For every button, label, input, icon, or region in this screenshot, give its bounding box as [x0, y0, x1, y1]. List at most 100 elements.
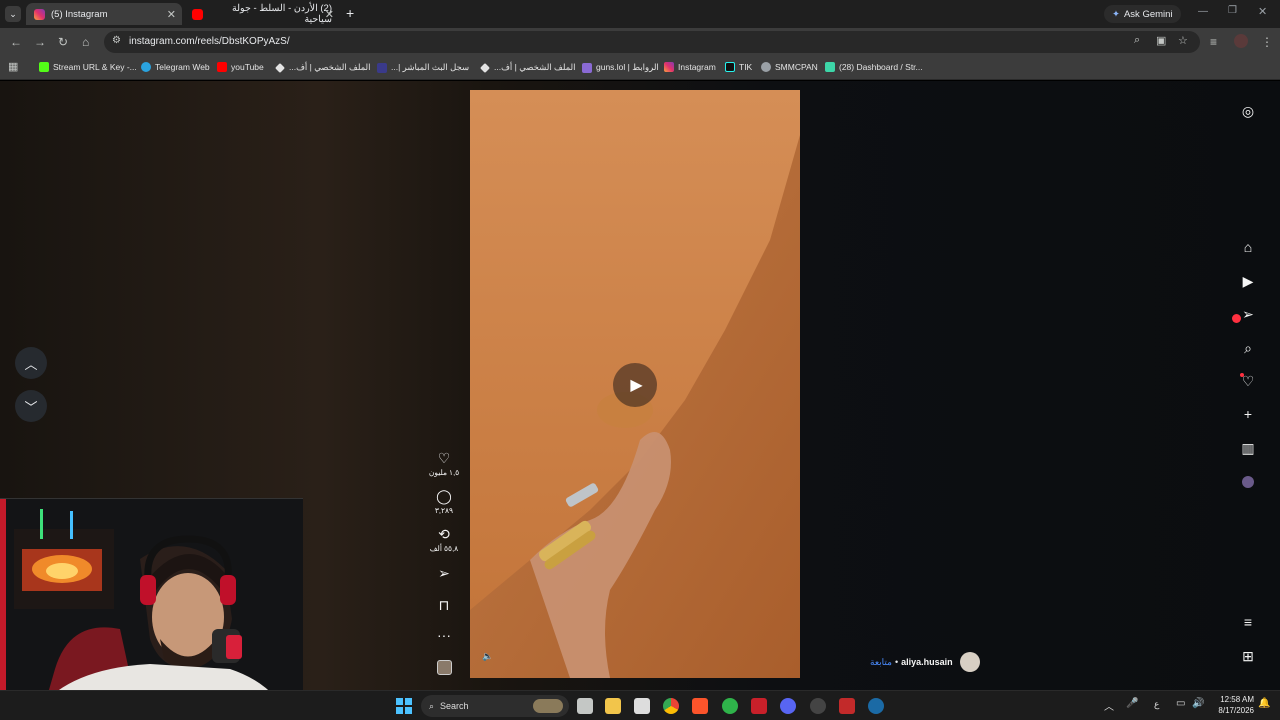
maximize-button[interactable]: ❐ [1228, 5, 1237, 16]
bookmark-item[interactable]: SMMCPAN [761, 62, 818, 72]
search-highlight-icon [533, 699, 563, 713]
bookmark-item[interactable]: guns.lol | الروابط [582, 62, 659, 73]
reel-author: متابعة • aliya.husain [870, 652, 980, 672]
start-icon[interactable] [396, 698, 412, 714]
share-action[interactable]: ➢ [424, 565, 464, 581]
bookmark-item[interactable]: youTube [217, 62, 264, 72]
next-reel-button[interactable]: ﹀ [15, 390, 47, 422]
volume-icon[interactable]: 🔊 [1192, 698, 1204, 709]
obs-icon[interactable] [810, 698, 826, 714]
messages-badge [1232, 314, 1241, 323]
reload-icon[interactable]: ↻ [58, 34, 68, 50]
webcam-overlay [0, 498, 303, 720]
reel-video[interactable]: ▶ 🔈 [470, 90, 800, 678]
profile-icon[interactable] [1240, 475, 1256, 491]
ask-gemini-button[interactable]: ✦ Ask Gemini [1104, 5, 1181, 23]
bookmark-item[interactable]: الملف الشخصي | أف... [275, 62, 371, 73]
tab-youtube[interactable]: (2) الأردن - السلط - جولة سياحية ✕ [184, 3, 340, 25]
comment-action[interactable]: ◯ ٣,٢٨٩ [424, 488, 464, 515]
apps-grid-icon[interactable]: ▦ [8, 60, 18, 73]
youtube-favicon-icon [192, 8, 203, 20]
close-tab-icon[interactable]: ✕ [167, 8, 176, 21]
browser-menu-icon[interactable]: ⋮ [1261, 34, 1273, 50]
bookmark-item[interactable]: Stream URL & Key -... [39, 62, 137, 72]
likes-count: ١,٥ مليون [428, 468, 460, 477]
tab-strip: ⌄ (5) Instagram ✕ (2) الأردن - السلط - ج… [0, 0, 1280, 28]
address-bar[interactable]: ⚙ instagram.com/reels/DbstKOPyAzS/ ⌕ ▣ ☆ [104, 31, 1200, 53]
microphone-icon[interactable]: 🎤 [1126, 698, 1138, 709]
more-action[interactable]: ··· [424, 627, 464, 643]
brave-icon[interactable] [692, 698, 708, 714]
dashboard-site-icon [825, 62, 835, 72]
notification-dot [1240, 373, 1244, 377]
new-tab-button[interactable]: + [346, 5, 354, 21]
bookmark-item[interactable]: سجل البث المباشر |... [377, 62, 469, 73]
install-app-icon[interactable]: ▣ [1156, 34, 1166, 47]
menu-icon[interactable]: ≡ [1240, 614, 1256, 630]
minimize-button[interactable]: — [1198, 6, 1208, 17]
steam-icon[interactable] [868, 698, 884, 714]
url-text: instagram.com/reels/DbstKOPyAzS/ [129, 36, 290, 47]
xbox-icon[interactable] [722, 698, 738, 714]
instagram-icon[interactable]: ◎ [1240, 103, 1256, 119]
comments-count: ٣,٢٨٩ [434, 506, 454, 515]
streaming-app-icon[interactable] [839, 698, 855, 714]
notification-bell-icon[interactable]: 🔔 [1258, 698, 1270, 709]
bookmark-star-icon[interactable]: ☆ [1178, 34, 1188, 47]
media-controls-icon[interactable]: ≡ [1210, 34, 1217, 50]
save-action[interactable]: ⊓ [424, 597, 464, 613]
diamond-icon [480, 62, 490, 73]
store-icon[interactable] [634, 698, 650, 714]
repost-action[interactable]: ⟲ ٥٥,٨ ألف [424, 526, 464, 553]
messages-icon[interactable]: ➢ [1232, 306, 1256, 323]
close-window-button[interactable]: ✕ [1258, 5, 1267, 18]
file-explorer-icon[interactable] [605, 698, 621, 714]
tray-overflow-icon[interactable]: ︿ [1104, 698, 1114, 713]
tab-title: (5) Instagram [51, 8, 108, 20]
dashboard-icon[interactable]: ▥ [1240, 440, 1256, 456]
bookmark-item[interactable]: Instagram [664, 62, 716, 72]
site-info-icon[interactable]: ⚙ [112, 35, 121, 46]
back-icon[interactable]: ← [10, 34, 22, 50]
home-button-icon[interactable]: ⌂ [82, 34, 89, 50]
tab-search-button[interactable]: ⌄ [5, 6, 21, 22]
audio-thumbnail[interactable] [437, 660, 452, 675]
author-avatar[interactable] [959, 652, 980, 672]
taskbar-search[interactable]: ⌕ Search [421, 695, 569, 717]
windows-taskbar: ⌕ Search ︿ 🎤 ع ▭ 🔊 12:58 AM 8/17/2026 🔔 [0, 690, 1280, 720]
diamond-icon [275, 62, 285, 73]
bookmark-item[interactable]: الملف الشخصي | أف... [480, 62, 576, 73]
bookmark-item[interactable]: TIK [725, 62, 752, 72]
author-username[interactable]: aliya.husain [901, 657, 953, 667]
capture-icon[interactable] [751, 698, 767, 714]
previous-reel-button[interactable]: ︿ [15, 347, 47, 379]
like-action[interactable]: ♡ ١,٥ مليون [424, 450, 464, 477]
clock[interactable]: 12:58 AM 8/17/2026 [1206, 694, 1254, 716]
language-indicator[interactable]: ع [1154, 699, 1159, 710]
reels-icon[interactable]: ▶ [1240, 273, 1256, 289]
chrome-icon[interactable] [663, 698, 679, 714]
tiktok-icon [725, 62, 735, 72]
notifications-icon[interactable]: ♡ [1240, 373, 1256, 389]
network-icon[interactable]: ▭ [1176, 698, 1185, 709]
home-icon[interactable]: ⌂ [1240, 239, 1256, 255]
heart-icon: ♡ [437, 450, 451, 466]
bookmark-item[interactable]: (28) Dashboard / Str... [825, 62, 923, 72]
follow-button[interactable]: متابعة [870, 657, 892, 668]
search-icon[interactable]: ⌕ [1240, 340, 1256, 356]
bookmark-icon: ⊓ [438, 597, 450, 613]
bookmark-item[interactable]: Telegram Web [141, 62, 210, 72]
mute-icon[interactable]: 🔈 [482, 651, 493, 662]
more-apps-icon[interactable]: ⊞ [1240, 648, 1256, 664]
play-button[interactable]: ▶ [613, 363, 657, 407]
forward-icon[interactable]: → [34, 34, 46, 50]
guns-icon [582, 62, 592, 73]
zoom-icon[interactable]: ⌕ [1134, 34, 1140, 47]
create-icon[interactable]: + [1240, 406, 1256, 422]
profile-avatar[interactable] [1234, 34, 1248, 48]
tab-instagram[interactable]: (5) Instagram ✕ [26, 3, 182, 25]
instagram-icon [664, 62, 674, 72]
task-view-icon[interactable] [577, 698, 593, 714]
close-tab-icon[interactable]: ✕ [325, 8, 334, 21]
discord-icon[interactable] [780, 698, 796, 714]
